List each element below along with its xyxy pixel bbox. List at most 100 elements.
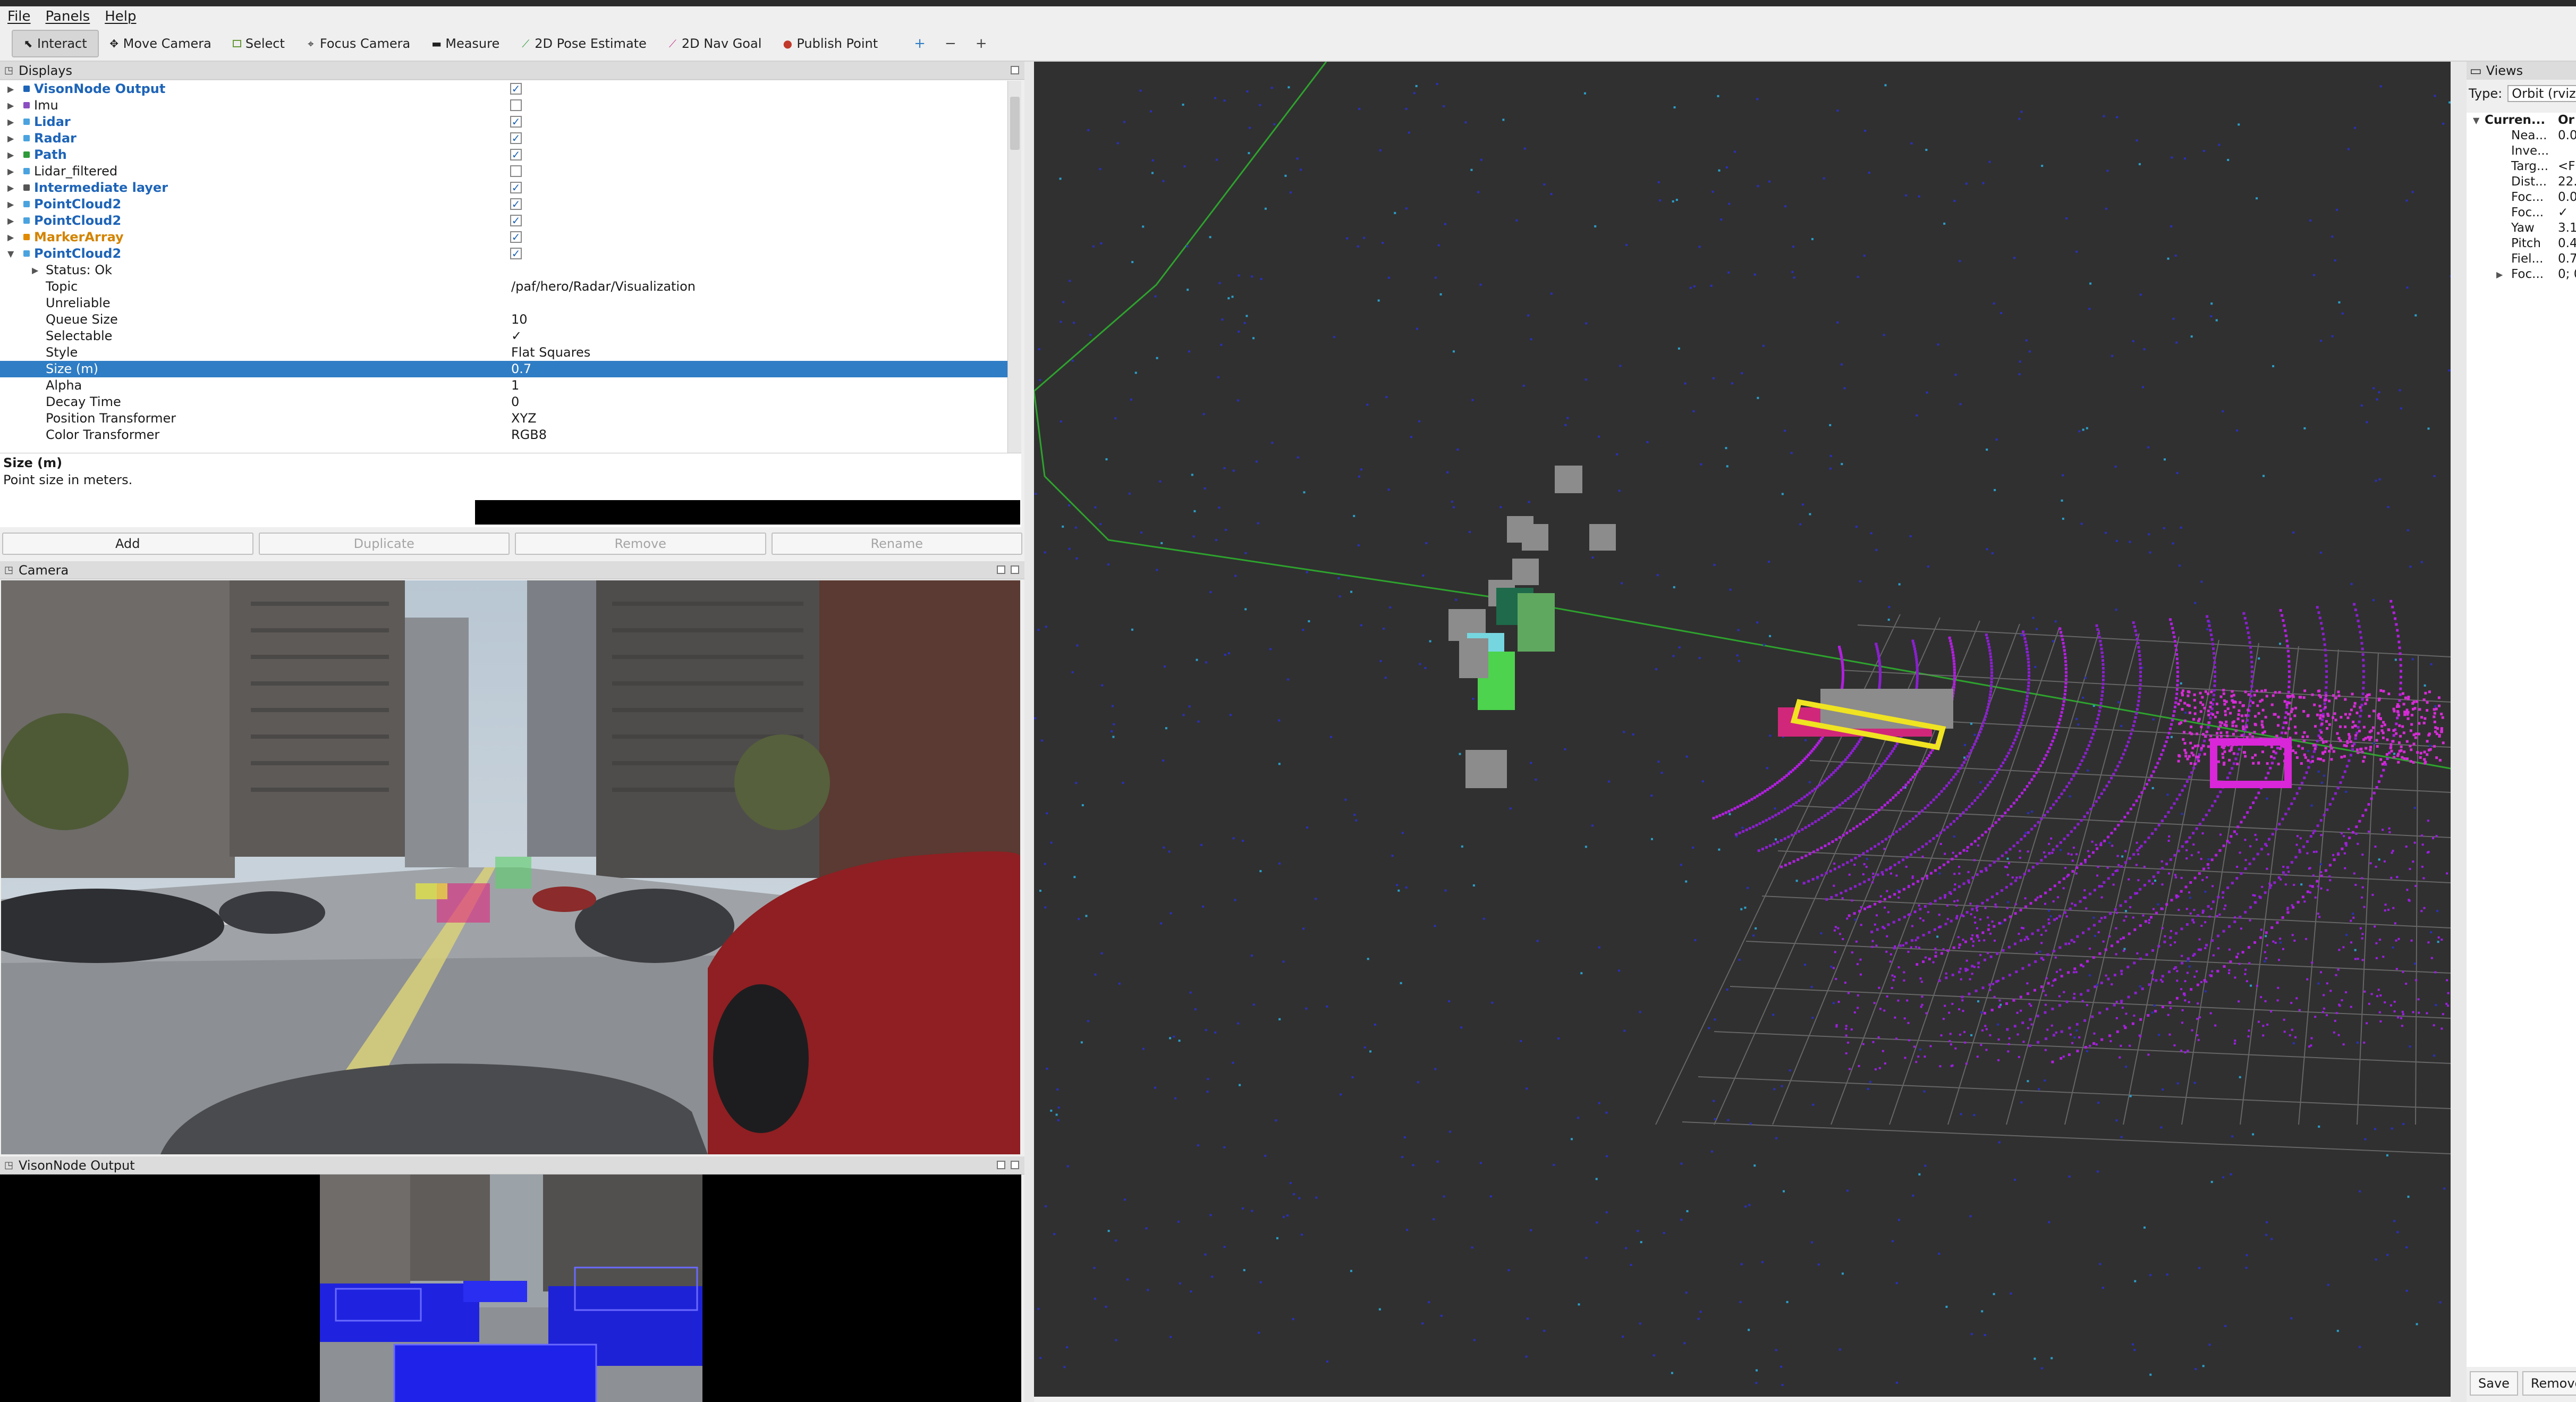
property-row[interactable]: Color Transformer RGB8 bbox=[0, 427, 1007, 443]
property-value[interactable]: 1 bbox=[511, 377, 519, 394]
display-enable-checkbox[interactable]: ✓ bbox=[510, 231, 522, 243]
view-property-value[interactable]: <F bbox=[2558, 159, 2575, 174]
expand-icon[interactable]: ▶ bbox=[7, 196, 14, 213]
property-value[interactable]: Flat Squares bbox=[511, 344, 590, 361]
tool-publish-point[interactable]: ● Publish Point bbox=[772, 30, 888, 57]
display-enable-checkbox[interactable]: ✓ bbox=[510, 83, 522, 95]
3d-render-view[interactable] bbox=[1034, 62, 2451, 1397]
status-row[interactable]: ▶ Status: Ok bbox=[0, 262, 1007, 278]
view-property-row[interactable]: Pitch 0.4 bbox=[2467, 236, 2576, 251]
collapse-icon[interactable]: ◳ bbox=[4, 1160, 13, 1171]
remove-display-button[interactable]: Remove bbox=[515, 533, 766, 555]
view-property-row[interactable]: Foc... 0.0 bbox=[2467, 190, 2576, 205]
display-enable-checkbox[interactable]: ✓ bbox=[510, 198, 522, 210]
property-value[interactable]: ✓ bbox=[511, 328, 522, 344]
display-enable-checkbox[interactable]: ✓ bbox=[510, 182, 522, 193]
property-value[interactable]: XYZ bbox=[511, 410, 537, 427]
expand-icon[interactable]: ▶ bbox=[7, 180, 14, 196]
duplicate-display-button[interactable]: Duplicate bbox=[258, 533, 510, 555]
tool-focus-camera[interactable]: ⌖ Focus Camera bbox=[295, 30, 421, 57]
display-enable-checkbox[interactable]: ✓ bbox=[510, 116, 522, 128]
expand-icon[interactable]: ▶ bbox=[7, 147, 14, 163]
property-row[interactable]: Decay Time 0 bbox=[0, 394, 1007, 410]
tool-select[interactable]: Select bbox=[222, 30, 295, 57]
float-panel-icon[interactable] bbox=[997, 1161, 1005, 1169]
view-property-value[interactable]: 0.0 bbox=[2558, 190, 2576, 205]
camera-image[interactable] bbox=[1, 580, 1020, 1154]
expand-icon[interactable]: ▼ bbox=[2473, 113, 2479, 128]
property-value[interactable]: 10 bbox=[511, 311, 528, 328]
property-row[interactable]: Alpha 1 bbox=[0, 377, 1007, 394]
add-display-button[interactable]: Add bbox=[2, 533, 253, 555]
float-panel-icon[interactable] bbox=[1011, 66, 1019, 74]
expand-icon[interactable]: ▼ bbox=[7, 246, 14, 262]
view-property-row[interactable]: Nea... 0.0 bbox=[2467, 128, 2576, 143]
display-item[interactable]: ▼ PointCloud2 ✓ bbox=[0, 246, 1007, 262]
menu-panels[interactable]: Panels bbox=[46, 9, 90, 24]
vision-output-image[interactable] bbox=[0, 1175, 1021, 1402]
expand-icon[interactable]: ▶ bbox=[2496, 267, 2503, 282]
view-property-row[interactable]: Fiel... 0.7 bbox=[2467, 251, 2576, 267]
view-property-value[interactable]: ✓ bbox=[2558, 205, 2568, 221]
expand-icon[interactable]: ▶ bbox=[7, 213, 14, 229]
float-panel-icon[interactable] bbox=[997, 565, 1005, 574]
expand-icon[interactable]: ▶ bbox=[7, 114, 14, 130]
display-enable-checkbox[interactable]: ✓ bbox=[510, 132, 522, 144]
display-enable-checkbox[interactable]: ✓ bbox=[510, 215, 522, 226]
view-type-select[interactable]: Orbit (rviz) bbox=[2507, 85, 2576, 102]
property-row[interactable]: Position Transformer XYZ bbox=[0, 410, 1007, 427]
display-item[interactable]: ▶ Intermediate layer ✓ bbox=[0, 180, 1007, 196]
tool-move-camera[interactable]: ✥ Move Camera bbox=[99, 30, 222, 57]
property-row[interactable]: Selectable ✓ bbox=[0, 328, 1007, 344]
expand-icon[interactable]: ▶ bbox=[7, 130, 14, 147]
view-property-row[interactable]: Dist... 22. bbox=[2467, 174, 2576, 190]
display-item[interactable]: ▶ MarkerArray ✓ bbox=[0, 229, 1007, 246]
expand-icon[interactable]: ▶ bbox=[32, 262, 38, 278]
display-enable-checkbox[interactable]: ✓ bbox=[510, 248, 522, 259]
display-item[interactable]: ▶ Lidar ✓ bbox=[0, 114, 1007, 130]
expand-icon[interactable]: ▶ bbox=[7, 81, 14, 97]
display-item[interactable]: ▶ PointCloud2 ✓ bbox=[0, 213, 1007, 229]
tool-measure[interactable]: ▬ Measure bbox=[421, 30, 510, 57]
save-view-button[interactable]: Save bbox=[2470, 1371, 2518, 1396]
menu-file[interactable]: File bbox=[7, 9, 31, 24]
display-item[interactable]: ▶ VisonNode Output ✓ bbox=[0, 81, 1007, 97]
display-item[interactable]: ▶ PointCloud2 ✓ bbox=[0, 196, 1007, 213]
expand-icon[interactable]: ▶ bbox=[7, 229, 14, 246]
displays-scrollbar[interactable] bbox=[1007, 81, 1021, 453]
collapse-icon[interactable]: ◳ bbox=[4, 564, 13, 576]
display-enable-checkbox[interactable] bbox=[510, 165, 522, 177]
expand-icon[interactable]: ▶ bbox=[7, 163, 14, 180]
view-property-value[interactable]: 0; 0 bbox=[2558, 267, 2576, 282]
view-property-value[interactable]: 22. bbox=[2558, 174, 2576, 190]
property-row[interactable]: Topic/paf/hero/Radar/Visualization bbox=[0, 278, 1007, 295]
close-panel-icon[interactable] bbox=[1011, 1161, 1019, 1169]
view-property-row[interactable]: Targ... <F bbox=[2467, 159, 2576, 174]
view-property-value[interactable]: 0.0 bbox=[2558, 128, 2576, 143]
close-panel-icon[interactable] bbox=[1011, 565, 1019, 574]
tool-properties-button[interactable]: + bbox=[966, 30, 997, 57]
property-row[interactable]: Queue Size 10 bbox=[0, 311, 1007, 328]
collapse-icon[interactable]: ◳ bbox=[4, 65, 13, 76]
left-splitter-handle[interactable] bbox=[1024, 62, 1034, 1402]
view-property-row[interactable]: Foc... ✓ bbox=[2467, 205, 2576, 221]
tool-2d-pose-estimate[interactable]: ⟋ 2D Pose Estimate bbox=[510, 30, 657, 57]
expand-icon[interactable]: ▶ bbox=[7, 97, 14, 114]
display-item[interactable]: ▶ Path ✓ bbox=[0, 147, 1007, 163]
view-property-value[interactable]: 0.7 bbox=[2558, 251, 2576, 267]
property-value[interactable]: RGB8 bbox=[511, 427, 547, 443]
display-enable-checkbox[interactable]: ✓ bbox=[510, 149, 522, 161]
current-view-row[interactable]: ▼ Curren... Or bbox=[2467, 113, 2576, 128]
property-row[interactable]: Style Flat Squares bbox=[0, 344, 1007, 361]
view-property-value[interactable]: 0.4 bbox=[2558, 236, 2576, 251]
tool-2d-nav-goal[interactable]: ⟋ 2D Nav Goal bbox=[657, 30, 773, 57]
rename-display-button[interactable]: Rename bbox=[771, 533, 1022, 555]
view-property-row[interactable]: ▶ Foc... 0; 0 bbox=[2467, 267, 2576, 282]
property-value[interactable]: 0 bbox=[511, 394, 519, 410]
menu-help[interactable]: Help bbox=[105, 9, 136, 24]
view-property-row[interactable]: Inve... bbox=[2467, 143, 2576, 159]
view-property-row[interactable]: Yaw 3.1 bbox=[2467, 221, 2576, 236]
display-item[interactable]: ▶ Imu bbox=[0, 97, 1007, 114]
property-value[interactable]: 0.7 bbox=[511, 361, 531, 377]
property-value[interactable]: /paf/hero/Radar/Visualization bbox=[511, 278, 696, 295]
